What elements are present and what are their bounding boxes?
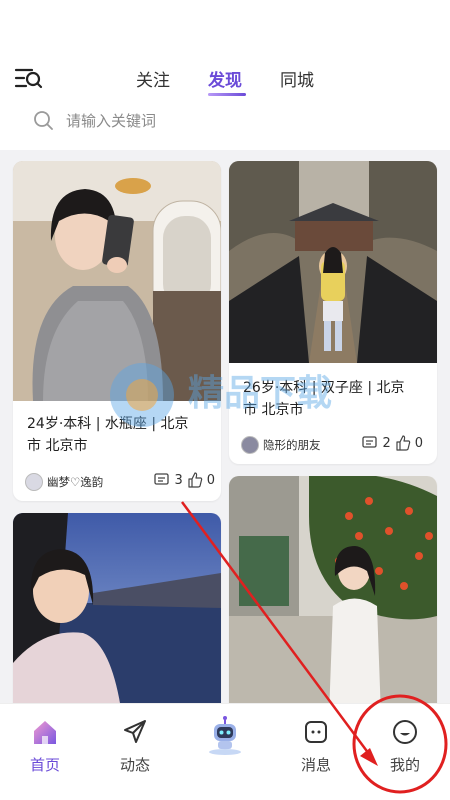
profile-photo xyxy=(13,513,221,705)
profile-photo xyxy=(13,161,221,401)
avatar[interactable] xyxy=(25,473,43,491)
card-stats: 3 0 xyxy=(154,472,215,488)
nav-moments[interactable]: 动态 xyxy=(100,718,170,775)
username[interactable]: 幽梦♡逸韵 xyxy=(47,474,103,490)
nav-home[interactable]: 首页 xyxy=(10,718,80,775)
comment-icon[interactable] xyxy=(154,473,170,487)
profile-info-line1: 24岁·本科 | 水瓶座 | 北京 xyxy=(27,416,189,432)
bottom-navigation: 首页 动态 消息 我的 xyxy=(0,703,450,800)
tab-city[interactable]: 同城 xyxy=(280,66,314,91)
top-bar: 关注 发现 同城 xyxy=(0,52,450,100)
profile-face-icon xyxy=(393,720,417,744)
chat-icon xyxy=(305,721,327,743)
tab-discover[interactable]: 发现 xyxy=(208,66,242,91)
card-footer: 幽梦♡逸韵 3 0 xyxy=(25,471,215,493)
nav-messages[interactable]: 消息 xyxy=(281,718,351,775)
tab-follow[interactable]: 关注 xyxy=(136,66,170,91)
profile-card[interactable]: 24岁·本科 | 水瓶座 | 北京 市 北京市 幽梦♡逸韵 3 0 xyxy=(13,161,221,501)
avatar[interactable] xyxy=(241,436,259,454)
like-count: 0 xyxy=(206,472,215,488)
active-tab-indicator xyxy=(208,93,246,96)
profile-photo xyxy=(229,476,437,705)
home-icon xyxy=(34,721,56,744)
nav-moments-label: 动态 xyxy=(119,756,150,774)
nav-robot[interactable] xyxy=(190,714,260,764)
comment-icon[interactable] xyxy=(362,436,378,450)
username[interactable]: 隐形的朋友 xyxy=(263,437,321,453)
profile-info: 26岁·本科 | 双子座 | 北京 市 北京市 xyxy=(243,377,431,421)
discover-feed: 24岁·本科 | 水瓶座 | 北京 市 北京市 幽梦♡逸韵 3 0 26岁·本科… xyxy=(0,150,450,705)
like-icon[interactable] xyxy=(395,435,411,451)
like-count: 0 xyxy=(414,435,423,451)
feed-tabs: 关注 发现 同城 xyxy=(0,52,450,100)
comment-count: 3 xyxy=(174,472,183,488)
card-footer: 隐形的朋友 2 0 xyxy=(241,434,423,456)
profile-card[interactable] xyxy=(13,513,221,705)
like-icon[interactable] xyxy=(187,472,203,488)
nav-home-label: 首页 xyxy=(29,756,60,774)
profile-info-line2: 市 北京市 xyxy=(27,438,88,454)
filter-menu-button[interactable] xyxy=(14,66,44,90)
list-search-icon xyxy=(14,68,43,89)
search-icon xyxy=(34,111,53,130)
profile-info-line1: 26岁·本科 | 双子座 | 北京 xyxy=(243,380,405,396)
nav-messages-label: 消息 xyxy=(300,756,331,774)
card-stats: 2 0 xyxy=(362,435,423,451)
robot-icon xyxy=(209,716,241,755)
search-input[interactable] xyxy=(66,106,406,136)
search-bar xyxy=(32,106,422,136)
nav-mine[interactable]: 我的 xyxy=(370,718,440,775)
profile-info-line2: 市 北京市 xyxy=(243,402,304,418)
profile-photo xyxy=(229,161,437,363)
profile-card[interactable] xyxy=(229,476,437,705)
nav-mine-label: 我的 xyxy=(389,756,420,774)
profile-info: 24岁·本科 | 水瓶座 | 北京 市 北京市 xyxy=(27,413,215,457)
send-icon xyxy=(124,720,146,743)
comment-count: 2 xyxy=(382,435,391,451)
profile-card[interactable]: 26岁·本科 | 双子座 | 北京 市 北京市 隐形的朋友 2 0 xyxy=(229,161,437,464)
